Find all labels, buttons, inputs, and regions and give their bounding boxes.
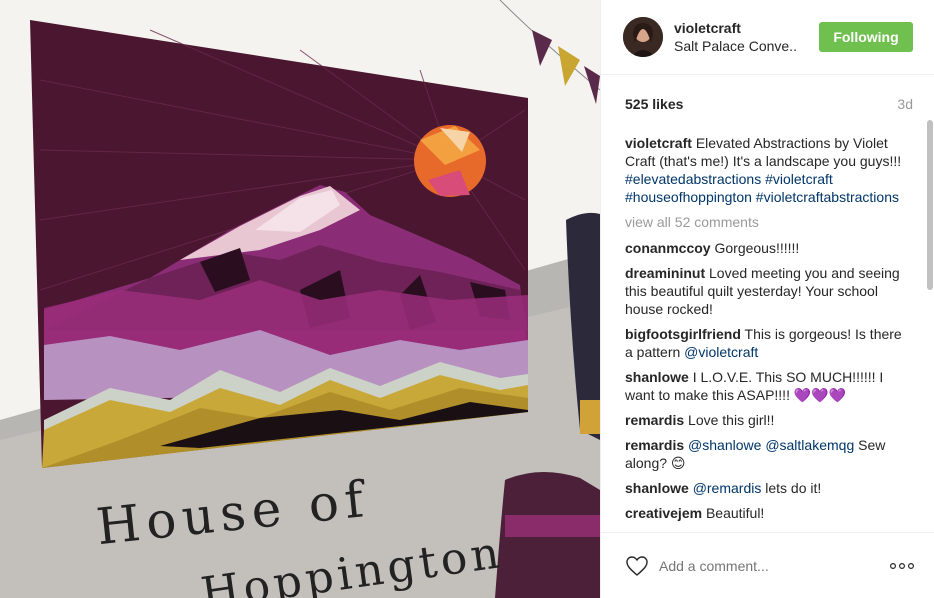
comment-username[interactable]: remardis [625, 412, 684, 428]
username[interactable]: violetcraft [674, 19, 806, 37]
post-photo: House of Hoppington [0, 0, 600, 598]
comment: conanmccoy Gorgeous!!!!!! [625, 239, 911, 257]
comment-text: Beautiful! [705, 505, 765, 521]
avatar-image [623, 17, 663, 57]
hashtag-link[interactable]: #violetcraft [765, 171, 833, 187]
comments-list: violetcraft Elevated Abstractions by Vio… [625, 134, 911, 530]
mention-link[interactable]: @shanlowe [688, 437, 761, 453]
comment-username[interactable]: bigfootsgirlfriend [625, 326, 741, 342]
comment-text: lets do it! [761, 480, 822, 496]
comment-username[interactable]: dreamininut [625, 265, 705, 281]
caption: violetcraft Elevated Abstractions by Vio… [625, 134, 911, 206]
comment-username[interactable]: creativejem [625, 505, 702, 521]
comment: shanlowe I L.O.V.E. This SO MUCH!!!!!! I… [625, 368, 911, 404]
heart-icon[interactable] [625, 555, 649, 577]
comment: bigfootsgirlfriend This is gorgeous! Is … [625, 325, 911, 361]
caption-username[interactable]: violetcraft [625, 135, 692, 151]
following-button[interactable]: Following [819, 22, 913, 52]
instagram-post-view: House of Hoppington violetcraft Salt Pal… [0, 0, 934, 598]
comment: remardis @shanlowe @saltlakemqg Sew alon… [625, 436, 911, 472]
hashtag-link[interactable]: #elevatedabstractions [625, 171, 761, 187]
comment-username[interactable]: conanmccoy [625, 240, 711, 256]
comment: creativejem Beautiful! [625, 504, 911, 522]
comment: remardis Love this girl!! [625, 411, 911, 429]
comment-username[interactable]: shanlowe [625, 369, 689, 385]
location-link[interactable]: Salt Palace Conve.. [674, 37, 806, 55]
comment-text: Gorgeous!!!!!! [714, 240, 800, 256]
mention-link[interactable]: @remardis [693, 480, 762, 496]
likes-row: 525 likes 3d [625, 96, 913, 116]
mention-link[interactable]: @violetcraft [684, 344, 758, 360]
comment: dreamininut Loved meeting you and seeing… [625, 264, 911, 318]
view-all-comments-link[interactable]: view all 52 comments [625, 213, 911, 231]
mention-link[interactable]: @saltlakemqg [765, 437, 854, 453]
comments-scrollbar[interactable] [927, 120, 933, 290]
likes-count[interactable]: 525 likes [625, 96, 683, 112]
avatar[interactable] [623, 17, 663, 57]
hashtag-link[interactable]: #houseofhoppington [625, 189, 752, 205]
comment: shanlowe @remardis lets do it! [625, 479, 911, 497]
add-comment-input[interactable] [659, 555, 859, 577]
post-footer [601, 532, 934, 598]
hashtag-link[interactable]: #violetcraftabstractions [756, 189, 899, 205]
more-options-icon[interactable] [889, 559, 915, 573]
comment-text: Love this girl!! [688, 412, 775, 428]
comment-username[interactable]: remardis [625, 437, 684, 453]
comment-username[interactable]: shanlowe [625, 480, 689, 496]
user-block: violetcraft Salt Palace Conve.. [674, 19, 806, 55]
post-header: violetcraft Salt Palace Conve.. Followin… [601, 0, 934, 75]
post-sidebar: violetcraft Salt Palace Conve.. Followin… [600, 0, 934, 598]
post-time[interactable]: 3d [897, 96, 913, 112]
